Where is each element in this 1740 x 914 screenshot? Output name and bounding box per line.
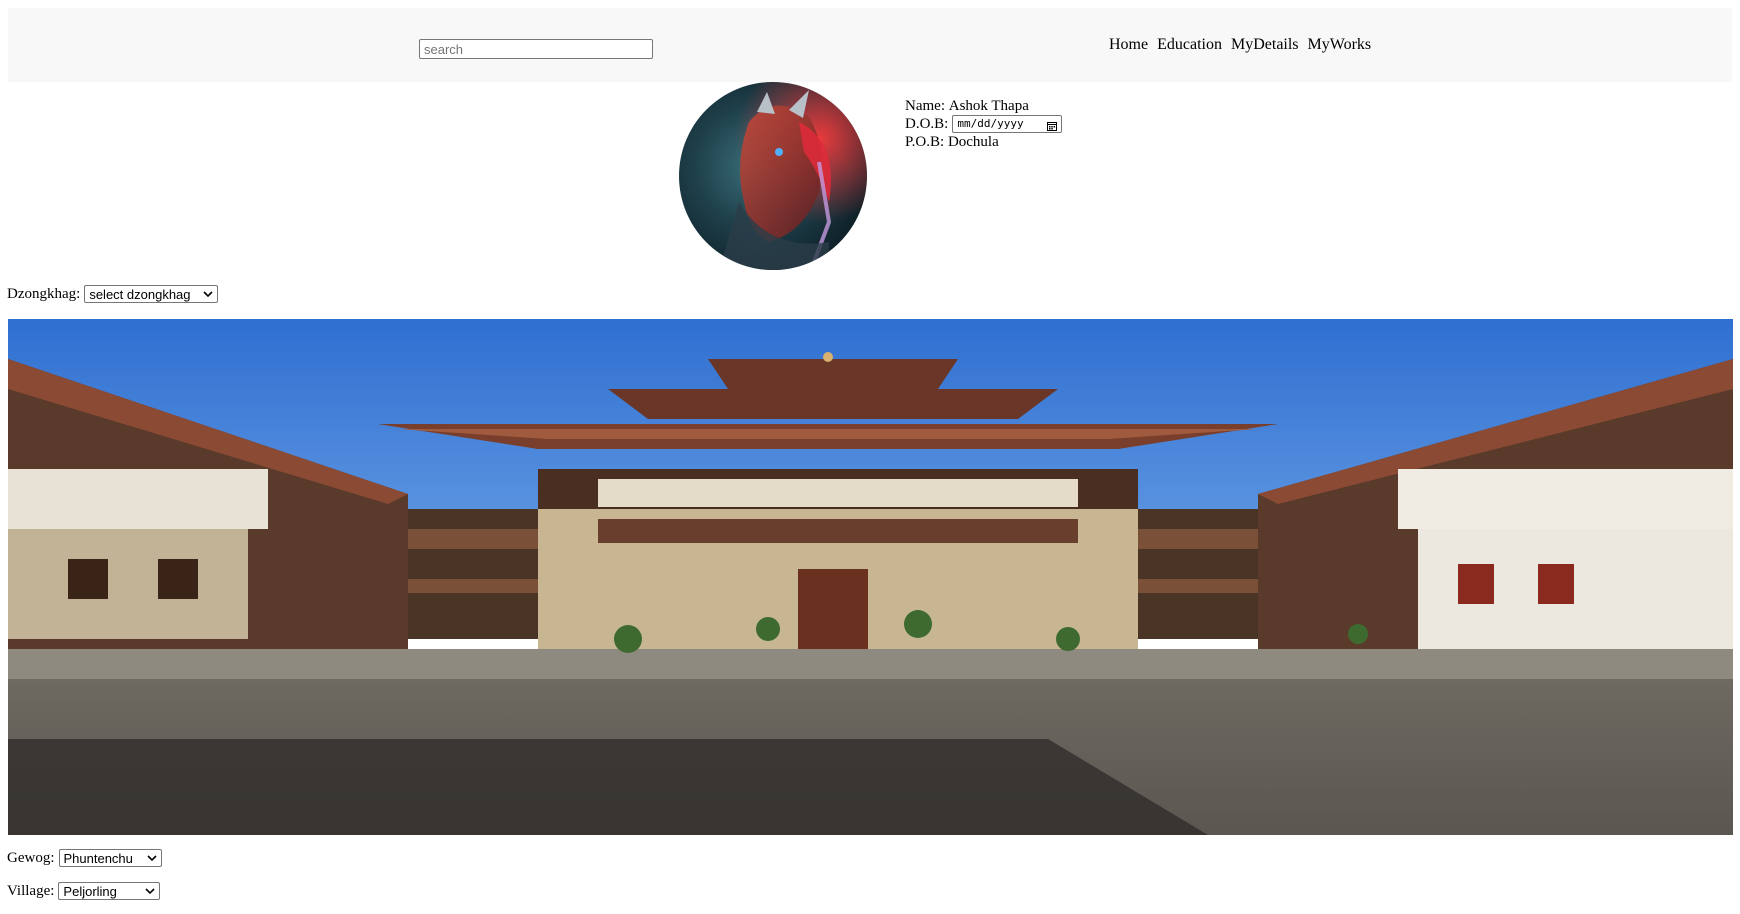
village-label: Village: [7, 882, 55, 899]
gewog-label: Gewog: [7, 849, 55, 866]
avatar [679, 82, 867, 270]
nav-link-home[interactable]: Home [1109, 36, 1148, 54]
gewog-field: Gewog: Phuntenchu [7, 849, 162, 867]
nav-menu: Home Education MyDetails MyWorks [1109, 36, 1380, 54]
dzongkhag-select[interactable]: select dzongkhag [84, 285, 219, 303]
gewog-select[interactable]: Phuntenchu [58, 849, 162, 867]
village-field: Village: Peljorling [7, 882, 161, 900]
header-bar: Home Education MyDetails MyWorks [8, 8, 1732, 82]
pob-row: P.O.B: Dochula [905, 133, 1062, 151]
chevron-down-icon [145, 888, 155, 895]
name-value: Ashok Thapa [948, 98, 1029, 114]
dob-row: D.O.B: mm/dd/yyyy [905, 115, 1063, 133]
gewog-selected: Phuntenchu [63, 850, 133, 866]
nav-link-myworks[interactable]: MyWorks [1308, 36, 1372, 54]
name-row: Name: Ashok Thapa [905, 97, 1062, 115]
dzongkhag-label: Dzongkhag: [7, 285, 81, 302]
search-input[interactable] [419, 39, 653, 59]
nav-link-mydetails[interactable]: MyDetails [1231, 36, 1299, 54]
village-selected: Peljorling [63, 883, 117, 899]
dzongkhag-selected: select dzongkhag [89, 286, 191, 302]
chevron-down-icon [203, 291, 213, 298]
village-select[interactable]: Peljorling [58, 882, 161, 900]
dob-placeholder: mm/dd/yyyy [957, 117, 1024, 130]
pob-label: P.O.B: [905, 134, 945, 150]
dob-label: D.O.B: [905, 116, 949, 132]
calendar-icon[interactable] [1047, 119, 1058, 131]
dzong-illustration [8, 319, 1733, 835]
pob-value: Dochula [947, 134, 999, 150]
chevron-down-icon [146, 855, 157, 862]
avatar-illustration [679, 82, 867, 270]
page: Home Education MyDetails MyWorks [0, 0, 1740, 914]
profile-details: Name: Ashok Thapa D.O.B: mm/dd/yyyy P.O.… [905, 97, 1063, 151]
dob-date-input[interactable]: mm/dd/yyyy [952, 115, 1063, 133]
nav-link-education[interactable]: Education [1157, 36, 1222, 54]
dzong-photo [8, 319, 1733, 835]
name-label: Name: [905, 98, 945, 114]
dzongkhag-field: Dzongkhag: select dzongkhag [7, 285, 219, 303]
